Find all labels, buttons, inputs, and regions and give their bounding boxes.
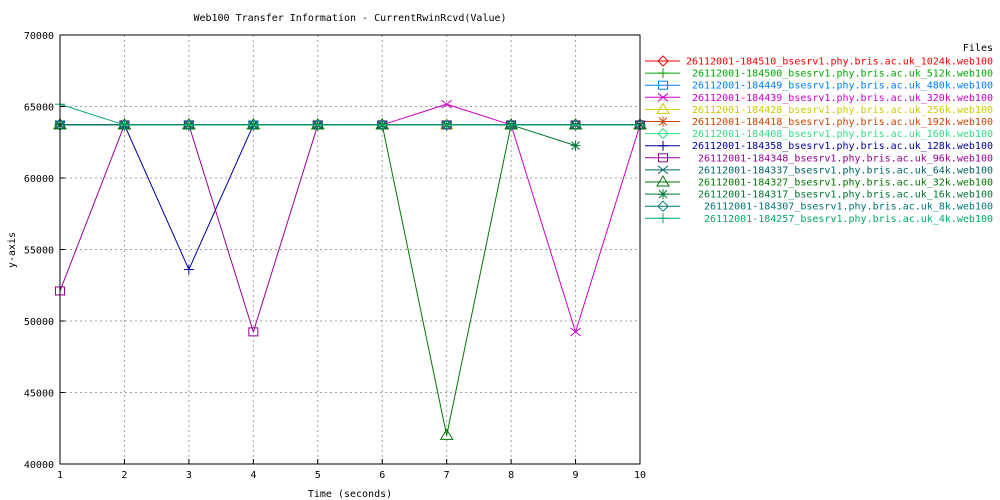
series-line xyxy=(59,103,640,126)
y-tick-label: 55000 xyxy=(24,246,54,257)
legend-title: Files xyxy=(963,43,993,54)
legend-label: 26112001-184500_bsesrv1.phy.bris.ac.uk_5… xyxy=(692,69,993,80)
series-4 xyxy=(53,117,647,130)
legend-entry: 26112001-184337_bsesrv1.phy.bris.ac.uk_6… xyxy=(645,165,993,176)
series-7 xyxy=(55,119,645,275)
chart-title: Web100 Transfer Information - CurrentRwi… xyxy=(193,13,506,24)
legend-entry: 26112001-184358_bsesrv1.phy.bris.ac.uk_1… xyxy=(645,140,993,152)
legend-entry: 26112001-184500_bsesrv1.phy.bris.ac.uk_5… xyxy=(645,68,993,80)
series-8 xyxy=(55,120,645,337)
legend-marker xyxy=(658,213,668,224)
legend-marker xyxy=(658,68,668,79)
y-axis-label: y-axis xyxy=(7,232,18,268)
grid xyxy=(60,35,640,464)
legend-label: 26112001-184317_bsesrv1.phy.bris.ac.uk_1… xyxy=(698,190,993,201)
y-tick-label: 50000 xyxy=(24,317,54,328)
legend-marker xyxy=(658,116,668,127)
x-tick-label: 4 xyxy=(250,470,256,481)
data-point xyxy=(570,327,581,337)
series-line xyxy=(60,124,640,271)
x-tick-label: 5 xyxy=(315,470,321,481)
legend-label: 26112001-184449_bsesrv1.phy.bris.ac.uk_4… xyxy=(692,81,993,92)
series-line xyxy=(60,124,640,436)
legend-entry: 26112001-184418_bsesrv1.phy.bris.ac.uk_1… xyxy=(645,116,993,128)
y-tick-label: 60000 xyxy=(24,174,54,185)
legend-label: 26112001-184439_bsesrv1.phy.bris.ac.uk_3… xyxy=(692,93,993,104)
legend-entry: 26112001-184510_bsesrv1.phy.bris.ac.uk_1… xyxy=(645,55,993,68)
chart: Web100 Transfer Information - CurrentRwi… xyxy=(7,13,993,500)
series-13 xyxy=(55,99,645,130)
y-tick-label: 65000 xyxy=(24,103,54,114)
legend-entry: 26112001-184257_bsesrv1.phy.bris.ac.uk_4… xyxy=(645,213,993,225)
legend: 26112001-184510_bsesrv1.phy.bris.ac.uk_1… xyxy=(645,55,993,225)
x-tick-label: 3 xyxy=(186,470,192,481)
axis-ticks: 1 2 3 4 5 6 7 8 9 10 40000 45000 50000 55000 60000 6500… xyxy=(24,31,646,481)
legend-label: 26112001-184428_bsesrv1.phy.bris.ac.uk_2… xyxy=(692,105,993,116)
legend-label: 26112001-184510_bsesrv1.phy.bris.ac.uk_1… xyxy=(686,57,993,68)
legend-marker xyxy=(656,175,670,187)
legend-label: 26112001-184307_bsesrv1.phy.bris.ac.uk_8… xyxy=(704,202,993,213)
x-tick-label: 10 xyxy=(634,470,646,481)
legend-entry: 26112001-184317_bsesrv1.phy.bris.ac.uk_1… xyxy=(645,189,993,201)
legend-entry: 26112001-184428_bsesrv1.phy.bris.ac.uk_2… xyxy=(645,102,993,116)
x-tick-label: 9 xyxy=(573,470,579,481)
legend-entry: 26112001-184449_bsesrv1.phy.bris.ac.uk_4… xyxy=(645,80,993,92)
x-tick-label: 7 xyxy=(444,470,450,481)
x-tick-label: 2 xyxy=(121,470,127,481)
y-tick-label: 45000 xyxy=(24,389,54,400)
data-point xyxy=(570,140,581,151)
legend-label: 26112001-184418_bsesrv1.phy.bris.ac.uk_1… xyxy=(692,117,993,128)
legend-marker xyxy=(658,189,668,200)
legend-marker xyxy=(658,140,668,151)
legend-entry: 26112001-184307_bsesrv1.phy.bris.ac.uk_8… xyxy=(645,200,993,213)
x-tick-label: 1 xyxy=(57,470,63,481)
data-point xyxy=(183,264,194,275)
legend-label: 26112001-184257_bsesrv1.phy.bris.ac.uk_4… xyxy=(704,214,993,225)
legend-label: 26112001-184327_bsesrv1.phy.bris.ac.uk_3… xyxy=(698,178,993,189)
legend-entry: 26112001-184327_bsesrv1.phy.bris.ac.uk_3… xyxy=(645,175,993,189)
x-tick-label: 6 xyxy=(379,470,385,481)
series-group xyxy=(53,99,647,440)
x-tick-label: 8 xyxy=(508,470,514,481)
legend-label: 26112001-184408_bsesrv1.phy.bris.ac.uk_1… xyxy=(692,129,993,140)
series-line xyxy=(59,124,640,334)
legend-label: 26112001-184358_bsesrv1.phy.bris.ac.uk_1… xyxy=(692,141,993,152)
legend-marker xyxy=(656,102,670,114)
legend-label: 26112001-184348_bsesrv1.phy.bris.ac.uk_9… xyxy=(698,153,993,164)
x-axis-label: Time (seconds) xyxy=(308,489,392,500)
y-tick-label: 70000 xyxy=(24,31,54,42)
legend-entry: 26112001-184439_bsesrv1.phy.bris.ac.uk_3… xyxy=(645,93,993,104)
legend-label: 26112001-184337_bsesrv1.phy.bris.ac.uk_6… xyxy=(698,165,993,176)
legend-entry: 26112001-184408_bsesrv1.phy.bris.ac.uk_1… xyxy=(645,127,993,140)
series-3 xyxy=(54,99,646,337)
y-tick-label: 40000 xyxy=(24,460,54,471)
legend-entry: 26112001-184348_bsesrv1.phy.bris.ac.uk_9… xyxy=(645,153,993,164)
